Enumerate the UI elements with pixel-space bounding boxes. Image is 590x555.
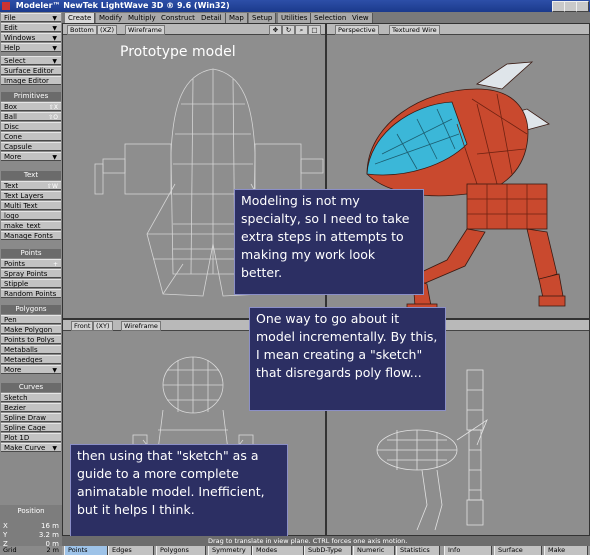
primitives-more-button[interactable]: More ▼ <box>1 152 61 161</box>
metaedges-button[interactable]: Metaedges <box>1 355 61 364</box>
box-button[interactable]: Box ⇧X <box>1 102 61 111</box>
tab-map[interactable]: Map <box>226 13 248 23</box>
grid-value: 2 m <box>46 546 59 554</box>
tab-selection[interactable]: Selection <box>311 13 351 23</box>
spline-cage-button[interactable]: Spline Cage <box>1 423 61 432</box>
app-logo-icon <box>2 2 10 10</box>
chevron-down-icon: ▼ <box>52 45 57 52</box>
menu-select[interactable]: Select ▼ <box>1 56 61 65</box>
multi-text-button[interactable]: Multi Text <box>1 201 61 210</box>
points-header: Points <box>1 249 61 258</box>
note-incremental-modeling: One way to go about it model incremental… <box>249 307 446 411</box>
menu-windows[interactable]: Windows ▼ <box>1 33 61 42</box>
chevron-down-icon: ▼ <box>52 15 57 22</box>
polygons-mode-button[interactable]: Polygons <box>156 546 206 555</box>
image-editor-button[interactable]: Image Editor <box>1 76 61 85</box>
curves-header: Curves <box>1 383 61 392</box>
chevron-down-icon: ▼ <box>52 35 57 42</box>
tab-multiply[interactable]: Multiply <box>125 13 160 23</box>
ball-button[interactable]: Ball ⇧O <box>1 112 61 121</box>
chevron-down-icon: ▼ <box>52 25 57 32</box>
close-button[interactable] <box>576 1 589 12</box>
position-label: Position <box>17 507 45 515</box>
edges-mode-button[interactable]: Edges <box>108 546 154 555</box>
text-header: Text <box>1 171 61 180</box>
selection-mode-bar: Points Edges Polygons Symmetry Modes Sub… <box>62 546 590 555</box>
logo-button[interactable]: logo <box>1 211 61 220</box>
numeric-button[interactable]: Numeric <box>353 546 395 555</box>
stipple-button[interactable]: Stipple <box>1 279 61 288</box>
points-mode-button[interactable]: Points <box>64 546 108 555</box>
tab-create[interactable]: Create <box>65 13 96 23</box>
manage-fonts-button[interactable]: Manage Fonts <box>1 231 61 240</box>
disc-button[interactable]: Disc <box>1 122 61 131</box>
make-polygon-button[interactable]: Make Polygon <box>1 325 61 334</box>
make-text-button[interactable]: make_text <box>1 221 61 230</box>
points-button[interactable]: Points + <box>1 259 61 268</box>
primitives-header: Primitives <box>1 92 61 101</box>
position-y-value: 3.2 m <box>38 531 59 539</box>
axis-y-label: Y <box>3 531 8 539</box>
polygons-more-button[interactable]: More ▼ <box>1 365 61 374</box>
polygons-header: Polygons <box>1 305 61 314</box>
make-curve-button[interactable]: Make Curve ▼ <box>1 443 61 452</box>
statistics-button[interactable]: Statistics <box>396 546 440 555</box>
symmetry-button[interactable]: Symmetry <box>208 546 252 555</box>
chevron-down-icon: ▼ <box>52 154 57 161</box>
prototype-heading: Prototype model <box>120 44 236 60</box>
position-x-value: 16 m <box>41 522 59 530</box>
status-text: Drag to translate in view plane. CTRL fo… <box>208 537 408 545</box>
info-button[interactable]: Info <box>444 546 492 555</box>
tab-setup[interactable]: Setup <box>249 13 277 23</box>
cone-button[interactable]: Cone <box>1 132 61 141</box>
title-bar: Modeler™ NewTek LightWave 3D ® 9.6 (Win3… <box>0 0 590 12</box>
tab-view[interactable]: View <box>349 13 373 23</box>
surface-button[interactable]: Surface <box>494 546 542 555</box>
spline-draw-button[interactable]: Spline Draw <box>1 413 61 422</box>
random-points-button[interactable]: Random Points <box>1 289 61 298</box>
grid-label: Grid <box>3 546 17 554</box>
text-button[interactable]: Text ⇧W <box>1 181 61 190</box>
menu-file[interactable]: File ▼ <box>1 13 61 22</box>
sketch-button[interactable]: Sketch <box>1 393 61 402</box>
capsule-button[interactable]: Capsule <box>1 142 61 151</box>
tab-construct[interactable]: Construct <box>158 13 199 23</box>
make-button[interactable]: Make <box>544 546 588 555</box>
tab-modify[interactable]: Modify <box>96 13 127 23</box>
surface-editor-button[interactable]: Surface Editor <box>1 66 61 75</box>
tab-detail[interactable]: Detail <box>198 13 226 23</box>
metaballs-button[interactable]: Metaballs <box>1 345 61 354</box>
modes-dropdown[interactable]: Modes <box>252 546 304 555</box>
window-title: Modeler™ NewTek LightWave 3D ® 9.6 (Win3… <box>15 1 230 10</box>
tab-bar: Create Modify Multiply Construct Detail … <box>62 12 590 23</box>
bezier-button[interactable]: Bezier <box>1 403 61 412</box>
status-bar: Drag to translate in view plane. CTRL fo… <box>62 536 590 546</box>
note-modeling-specialty: Modeling is not my specialty, so I need … <box>234 189 424 295</box>
tab-utilities[interactable]: Utilities <box>278 13 312 23</box>
menu-help[interactable]: Help ▼ <box>1 43 61 52</box>
chevron-down-icon: ▼ <box>52 58 57 65</box>
chevron-down-icon: ▼ <box>52 445 57 452</box>
axis-x-label: X <box>3 522 8 530</box>
spray-points-button[interactable]: Spray Points <box>1 269 61 278</box>
chevron-down-icon: ▼ <box>52 367 57 374</box>
grid-readout: Grid 2 m <box>0 546 62 555</box>
note-sketch-guide: then using that "sketch" as a guide to a… <box>70 444 288 544</box>
subd-type-dropdown[interactable]: SubD-Type <box>304 546 352 555</box>
toolbar-sidebar: File ▼ Edit ▼ Windows ▼ Help ▼ Select ▼ Surfa… <box>0 12 62 555</box>
pen-button[interactable]: Pen <box>1 315 61 324</box>
text-layers-button[interactable]: Text Layers <box>1 191 61 200</box>
plot-1d-button[interactable]: Plot 1D <box>1 433 61 442</box>
points-to-polys-button[interactable]: Points to Polys <box>1 335 61 344</box>
menu-edit[interactable]: Edit ▼ <box>1 23 61 32</box>
